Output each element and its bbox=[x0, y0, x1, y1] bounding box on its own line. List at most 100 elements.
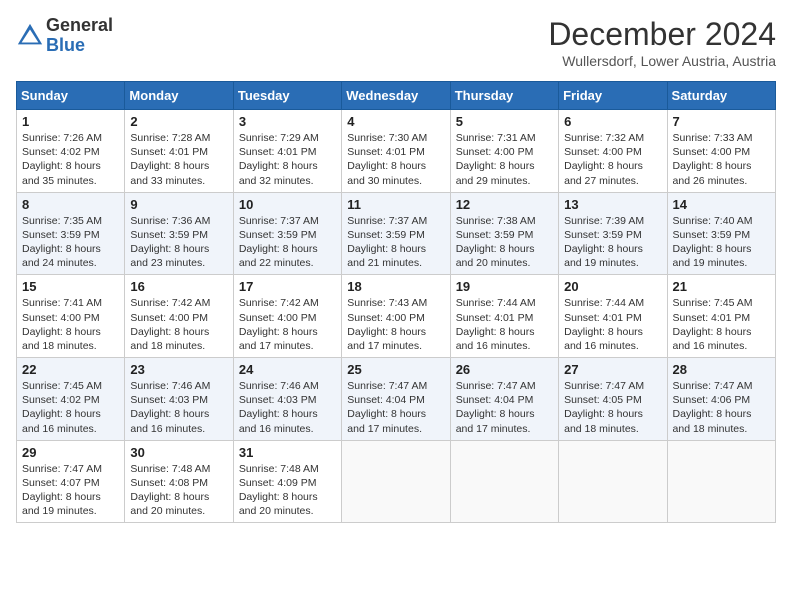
day-number: 27 bbox=[564, 362, 661, 377]
day-number: 15 bbox=[22, 279, 119, 294]
day-info: Sunrise: 7:47 AMSunset: 4:04 PMDaylight:… bbox=[347, 379, 444, 436]
empty-cell bbox=[667, 440, 775, 523]
calendar-day-21: 21 Sunrise: 7:45 AMSunset: 4:01 PMDayligh… bbox=[667, 275, 775, 358]
day-info: Sunrise: 7:43 AMSunset: 4:00 PMDaylight:… bbox=[347, 296, 444, 353]
day-number: 3 bbox=[239, 114, 336, 129]
day-info: Sunrise: 7:46 AMSunset: 4:03 PMDaylight:… bbox=[130, 379, 227, 436]
day-info: Sunrise: 7:44 AMSunset: 4:01 PMDaylight:… bbox=[456, 296, 553, 353]
day-info: Sunrise: 7:35 AMSunset: 3:59 PMDaylight:… bbox=[22, 214, 119, 271]
calendar-day-12: 12Sunrise: 7:38 AMSunset: 3:59 PMDayligh… bbox=[450, 192, 558, 275]
calendar-day-7: 7Sunrise: 7:33 AMSunset: 4:00 PMDaylight… bbox=[667, 110, 775, 193]
calendar-day-17: 17 Sunrise: 7:42 AMSunset: 4:00 PMDayligh… bbox=[233, 275, 341, 358]
calendar-day-22: 22 Sunrise: 7:45 AMSunset: 4:02 PMDayligh… bbox=[17, 358, 125, 441]
day-number: 20 bbox=[564, 279, 661, 294]
weekday-header-sunday: Sunday bbox=[17, 82, 125, 110]
empty-cell bbox=[342, 440, 450, 523]
day-number: 11 bbox=[347, 197, 444, 212]
day-number: 13 bbox=[564, 197, 661, 212]
logo-icon bbox=[16, 22, 44, 50]
day-number: 8 bbox=[22, 197, 119, 212]
day-number: 18 bbox=[347, 279, 444, 294]
day-number: 26 bbox=[456, 362, 553, 377]
day-number: 1 bbox=[22, 114, 119, 129]
day-info: Sunrise: 7:47 AMSunset: 4:07 PMDaylight:… bbox=[22, 462, 119, 519]
day-info: Sunrise: 7:42 AMSunset: 4:00 PMDaylight:… bbox=[130, 296, 227, 353]
day-info: Sunrise: 7:30 AMSunset: 4:01 PMDaylight:… bbox=[347, 131, 444, 188]
weekday-header-monday: Monday bbox=[125, 82, 233, 110]
calendar-table: SundayMondayTuesdayWednesdayThursdayFrid… bbox=[16, 81, 776, 523]
day-number: 30 bbox=[130, 445, 227, 460]
calendar-week-row-1: 1 Sunrise: 7:26 AMSunset: 4:02 PMDaylight… bbox=[17, 110, 776, 193]
day-number: 21 bbox=[673, 279, 770, 294]
empty-cell bbox=[559, 440, 667, 523]
calendar-day-18: 18 Sunrise: 7:43 AMSunset: 4:00 PMDayligh… bbox=[342, 275, 450, 358]
weekday-header-row: SundayMondayTuesdayWednesdayThursdayFrid… bbox=[17, 82, 776, 110]
calendar-day-4: 4 Sunrise: 7:30 AMSunset: 4:01 PMDaylight… bbox=[342, 110, 450, 193]
day-number: 28 bbox=[673, 362, 770, 377]
day-info: Sunrise: 7:41 AMSunset: 4:00 PMDaylight:… bbox=[22, 296, 119, 353]
calendar-day-3: 3 Sunrise: 7:29 AMSunset: 4:01 PMDaylight… bbox=[233, 110, 341, 193]
day-info: Sunrise: 7:48 AMSunset: 4:08 PMDaylight:… bbox=[130, 462, 227, 519]
calendar-day-29: 29Sunrise: 7:47 AMSunset: 4:07 PMDayligh… bbox=[17, 440, 125, 523]
day-number: 24 bbox=[239, 362, 336, 377]
day-info: Sunrise: 7:47 AMSunset: 4:06 PMDaylight:… bbox=[673, 379, 770, 436]
day-info: Sunrise: 7:28 AMSunset: 4:01 PMDaylight:… bbox=[130, 131, 227, 188]
calendar-day-27: 27 Sunrise: 7:47 AMSunset: 4:05 PMDayligh… bbox=[559, 358, 667, 441]
calendar-day-16: 16Sunrise: 7:42 AMSunset: 4:00 PMDayligh… bbox=[125, 275, 233, 358]
calendar-day-5: 5Sunrise: 7:31 AMSunset: 4:00 PMDaylight… bbox=[450, 110, 558, 193]
location-title: Wullersdorf, Lower Austria, Austria bbox=[548, 53, 776, 69]
day-number: 9 bbox=[130, 197, 227, 212]
day-number: 19 bbox=[456, 279, 553, 294]
day-info: Sunrise: 7:26 AMSunset: 4:02 PMDaylight:… bbox=[22, 131, 119, 188]
calendar-day-14: 14 Sunrise: 7:40 AMSunset: 3:59 PMDayligh… bbox=[667, 192, 775, 275]
day-info: Sunrise: 7:29 AMSunset: 4:01 PMDaylight:… bbox=[239, 131, 336, 188]
day-info: Sunrise: 7:46 AMSunset: 4:03 PMDaylight:… bbox=[239, 379, 336, 436]
day-number: 17 bbox=[239, 279, 336, 294]
day-info: Sunrise: 7:32 AMSunset: 4:00 PMDaylight:… bbox=[564, 131, 661, 188]
day-info: Sunrise: 7:47 AMSunset: 4:05 PMDaylight:… bbox=[564, 379, 661, 436]
calendar-day-1: 1 Sunrise: 7:26 AMSunset: 4:02 PMDaylight… bbox=[17, 110, 125, 193]
calendar-day-6: 6 Sunrise: 7:32 AMSunset: 4:00 PMDaylight… bbox=[559, 110, 667, 193]
day-number: 22 bbox=[22, 362, 119, 377]
calendar-week-row-4: 22 Sunrise: 7:45 AMSunset: 4:02 PMDayligh… bbox=[17, 358, 776, 441]
logo: General Blue bbox=[16, 16, 113, 56]
day-number: 10 bbox=[239, 197, 336, 212]
calendar-week-row-5: 29Sunrise: 7:47 AMSunset: 4:07 PMDayligh… bbox=[17, 440, 776, 523]
day-info: Sunrise: 7:39 AMSunset: 3:59 PMDaylight:… bbox=[564, 214, 661, 271]
day-number: 5 bbox=[456, 114, 553, 129]
day-number: 23 bbox=[130, 362, 227, 377]
calendar-day-13: 13 Sunrise: 7:39 AMSunset: 3:59 PMDayligh… bbox=[559, 192, 667, 275]
day-info: Sunrise: 7:44 AMSunset: 4:01 PMDaylight:… bbox=[564, 296, 661, 353]
day-info: Sunrise: 7:42 AMSunset: 4:00 PMDaylight:… bbox=[239, 296, 336, 353]
calendar-day-9: 9 Sunrise: 7:36 AMSunset: 3:59 PMDaylight… bbox=[125, 192, 233, 275]
day-info: Sunrise: 7:37 AMSunset: 3:59 PMDaylight:… bbox=[347, 214, 444, 271]
calendar-day-25: 25 Sunrise: 7:47 AMSunset: 4:04 PMDayligh… bbox=[342, 358, 450, 441]
weekday-header-tuesday: Tuesday bbox=[233, 82, 341, 110]
day-number: 6 bbox=[564, 114, 661, 129]
day-info: Sunrise: 7:38 AMSunset: 3:59 PMDaylight:… bbox=[456, 214, 553, 271]
calendar-day-24: 24 Sunrise: 7:46 AMSunset: 4:03 PMDayligh… bbox=[233, 358, 341, 441]
calendar-week-row-3: 15 Sunrise: 7:41 AMSunset: 4:00 PMDayligh… bbox=[17, 275, 776, 358]
empty-cell bbox=[450, 440, 558, 523]
weekday-header-thursday: Thursday bbox=[450, 82, 558, 110]
calendar-day-19: 19 Sunrise: 7:44 AMSunset: 4:01 PMDayligh… bbox=[450, 275, 558, 358]
day-number: 14 bbox=[673, 197, 770, 212]
day-number: 31 bbox=[239, 445, 336, 460]
calendar-day-11: 11 Sunrise: 7:37 AMSunset: 3:59 PMDayligh… bbox=[342, 192, 450, 275]
day-number: 2 bbox=[130, 114, 227, 129]
calendar-week-row-2: 8 Sunrise: 7:35 AMSunset: 3:59 PMDaylight… bbox=[17, 192, 776, 275]
day-info: Sunrise: 7:45 AMSunset: 4:02 PMDaylight:… bbox=[22, 379, 119, 436]
day-info: Sunrise: 7:37 AMSunset: 3:59 PMDaylight:… bbox=[239, 214, 336, 271]
calendar-day-20: 20 Sunrise: 7:44 AMSunset: 4:01 PMDayligh… bbox=[559, 275, 667, 358]
calendar-day-31: 31 Sunrise: 7:48 AMSunset: 4:09 PMDayligh… bbox=[233, 440, 341, 523]
day-info: Sunrise: 7:47 AMSunset: 4:04 PMDaylight:… bbox=[456, 379, 553, 436]
calendar-day-28: 28 Sunrise: 7:47 AMSunset: 4:06 PMDayligh… bbox=[667, 358, 775, 441]
day-number: 4 bbox=[347, 114, 444, 129]
day-info: Sunrise: 7:48 AMSunset: 4:09 PMDaylight:… bbox=[239, 462, 336, 519]
day-info: Sunrise: 7:36 AMSunset: 3:59 PMDaylight:… bbox=[130, 214, 227, 271]
day-number: 25 bbox=[347, 362, 444, 377]
day-info: Sunrise: 7:45 AMSunset: 4:01 PMDaylight:… bbox=[673, 296, 770, 353]
day-info: Sunrise: 7:40 AMSunset: 3:59 PMDaylight:… bbox=[673, 214, 770, 271]
calendar-day-15: 15 Sunrise: 7:41 AMSunset: 4:00 PMDayligh… bbox=[17, 275, 125, 358]
calendar-day-8: 8 Sunrise: 7:35 AMSunset: 3:59 PMDaylight… bbox=[17, 192, 125, 275]
